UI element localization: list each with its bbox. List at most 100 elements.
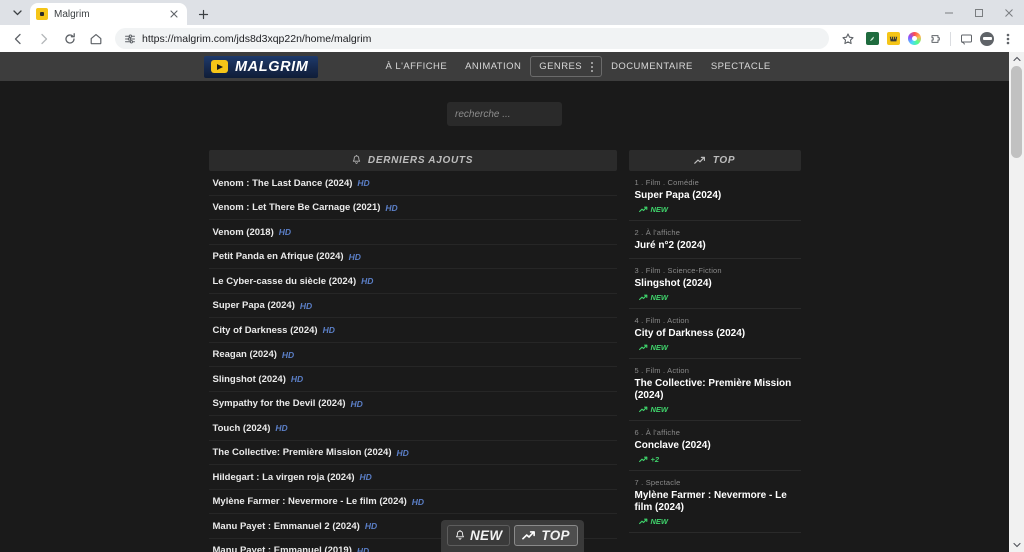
browser-window: Malgrim — [0, 0, 1024, 552]
nav-label: SPECTACLE — [711, 61, 771, 72]
list-item[interactable]: Venom : The Last Dance (2024)HD — [209, 171, 617, 196]
status-badge: NEW — [635, 205, 795, 214]
top-list-item[interactable]: 4 . Film . ActionCity of Darkness (2024)… — [629, 309, 801, 359]
nav-label: ANIMATION — [465, 61, 521, 72]
top-list-item[interactable]: 5 . Film . ActionThe Collective: Premièr… — [629, 359, 801, 421]
toggle-top-button[interactable]: TOP — [514, 525, 577, 546]
green-extension-icon[interactable] — [862, 29, 882, 49]
list-item[interactable]: City of Darkness (2024)HD — [209, 318, 617, 343]
list-item[interactable]: Petit Panda en Afrique (2024) HD — [209, 245, 617, 270]
back-arrow-icon[interactable] — [6, 27, 30, 51]
top-item-meta: 4 . Film . Action — [635, 316, 795, 325]
close-window-icon[interactable] — [994, 0, 1024, 25]
top-list-item[interactable]: 3 . Film . Science-Fiction Slingshot (202… — [629, 259, 801, 309]
chromatic-extension-icon[interactable] — [904, 29, 924, 49]
top-list-item[interactable]: 2 . À l'afficheJuré n°2 (2024) — [629, 221, 801, 259]
top-list-item[interactable]: 6 . À l'afficheConclave (2024)+2 — [629, 421, 801, 471]
bookmark-star-icon[interactable] — [836, 27, 860, 51]
profile-avatar[interactable] — [977, 29, 997, 49]
list-item[interactable]: Venom : Let There Be Carnage (2021)HD — [209, 196, 617, 221]
floating-view-toggle: NEW TOP — [441, 520, 584, 552]
top-header: TOP — [629, 150, 801, 171]
status-badge: NEW — [635, 343, 795, 352]
nav-item-animation[interactable]: ANIMATION — [456, 56, 530, 77]
latest-additions-list: Venom : The Last Dance (2024)HDVenom : L… — [209, 171, 617, 552]
status-badge-label: NEW — [651, 205, 669, 214]
quality-badge: HD — [396, 448, 408, 458]
tab-search-icon[interactable] — [4, 0, 30, 25]
page-content: DERNIERS AJOUTS Venom : The Last Dance (… — [0, 81, 1009, 552]
quality-badge: HD — [412, 497, 424, 507]
top-item-meta: 3 . Film . Science-Fiction — [635, 266, 795, 275]
site-logo[interactable]: MALGRIM — [204, 56, 318, 78]
quality-badge: HD — [357, 546, 369, 552]
nav-item-spectacle[interactable]: SPECTACLE — [702, 56, 780, 77]
movie-title: Le Cyber-casse du siècle (2024) — [213, 276, 357, 287]
three-dot-menu-icon[interactable] — [998, 29, 1018, 49]
new-tab-button[interactable] — [191, 3, 215, 25]
panel-title: DERNIERS AJOUTS — [368, 155, 473, 166]
top-item-title: Slingshot (2024) — [635, 278, 795, 290]
list-item[interactable]: Venom (2018)HD — [209, 220, 617, 245]
nav-item-documentaire[interactable]: DOCUMENTAIRE — [602, 56, 702, 77]
bell-icon — [455, 530, 465, 541]
browser-tab[interactable]: Malgrim — [30, 3, 187, 25]
movie-title: The Collective: Première Mission (2024) — [213, 447, 392, 458]
close-icon[interactable] — [167, 7, 181, 21]
cast-icon[interactable] — [956, 29, 976, 49]
logo-text: MALGRIM — [235, 59, 308, 75]
list-item[interactable]: Slingshot (2024)HD — [209, 367, 617, 392]
status-badge: NEW — [635, 517, 795, 526]
movie-title: Manu Payet : Emmanuel 2 (2024) — [213, 521, 360, 532]
list-item[interactable]: Reagan (2024)HD — [209, 343, 617, 368]
status-badge: NEW — [635, 405, 795, 414]
yellow-extension-icon[interactable] — [883, 29, 903, 49]
puzzle-extension-icon[interactable] — [925, 29, 945, 49]
search-input[interactable] — [447, 102, 562, 126]
movie-title: Venom (2018) — [213, 227, 274, 238]
top-item-meta: 5 . Film . Action — [635, 366, 795, 375]
quality-badge: HD — [357, 178, 369, 188]
trend-up-icon — [639, 456, 648, 463]
forward-arrow-icon[interactable] — [32, 27, 56, 51]
page-scrollbar[interactable] — [1009, 52, 1024, 552]
reload-icon[interactable] — [58, 27, 82, 51]
panel-title: TOP — [713, 155, 735, 166]
list-item[interactable]: Mylène Farmer : Nevermore - Le film (202… — [209, 490, 617, 515]
nav-item-genres[interactable]: GENRES — [530, 56, 602, 77]
list-item[interactable]: Touch (2024)HD — [209, 416, 617, 441]
movie-title: Petit Panda en Afrique (2024) — [213, 251, 344, 262]
trend-up-icon — [639, 206, 648, 213]
list-item[interactable]: Sympathy for the Devil (2024)HD — [209, 392, 617, 417]
scroll-down-arrow[interactable] — [1009, 538, 1024, 552]
top-panel: TOP 1 . Film . ComédieSuper Papa (2024)N… — [629, 150, 801, 552]
site-settings-icon[interactable] — [123, 32, 136, 45]
top-item-meta: 1 . Film . Comédie — [635, 178, 795, 187]
chevron-down-icon — [591, 62, 593, 72]
movie-title: City of Darkness (2024) — [213, 325, 318, 336]
top-list-item[interactable]: 7 . SpectacleMylène Farmer : Nevermore -… — [629, 471, 801, 533]
address-bar[interactable]: https://malgrim.com/jds8d3xqp22n/home/ma… — [115, 28, 829, 49]
list-item[interactable]: Le Cyber-casse du siècle (2024)HD — [209, 269, 617, 294]
minimize-icon[interactable] — [934, 0, 964, 25]
list-item[interactable]: Hildegart : La virgen roja (2024)HD — [209, 465, 617, 490]
top-list-item[interactable]: 1 . Film . ComédieSuper Papa (2024)NEW — [629, 171, 801, 221]
browser-toolbar: https://malgrim.com/jds8d3xqp22n/home/ma… — [0, 25, 1024, 52]
movie-title: Touch (2024) — [213, 423, 271, 434]
list-item[interactable]: The Collective: Première Mission (2024) H… — [209, 441, 617, 466]
trend-up-icon — [639, 518, 648, 525]
tab-title: Malgrim — [54, 9, 161, 20]
url-text: https://malgrim.com/jds8d3xqp22n/home/ma… — [142, 33, 371, 45]
nav-item-a-laffiche[interactable]: À L'AFFICHE — [376, 56, 456, 77]
main-navigation: À L'AFFICHE ANIMATION GENRES DOCUMENTAIR… — [376, 56, 779, 77]
status-badge-label: NEW — [651, 293, 669, 302]
status-badge-label: +2 — [651, 455, 660, 464]
maximize-icon[interactable] — [964, 0, 994, 25]
list-item[interactable]: Super Papa (2024)HD — [209, 294, 617, 319]
quality-badge: HD — [349, 252, 361, 262]
toggle-new-button[interactable]: NEW — [447, 525, 510, 546]
scroll-up-arrow[interactable] — [1009, 52, 1024, 66]
home-icon[interactable] — [84, 27, 108, 51]
status-badge-label: NEW — [651, 405, 669, 414]
scrollbar-thumb[interactable] — [1011, 66, 1022, 158]
